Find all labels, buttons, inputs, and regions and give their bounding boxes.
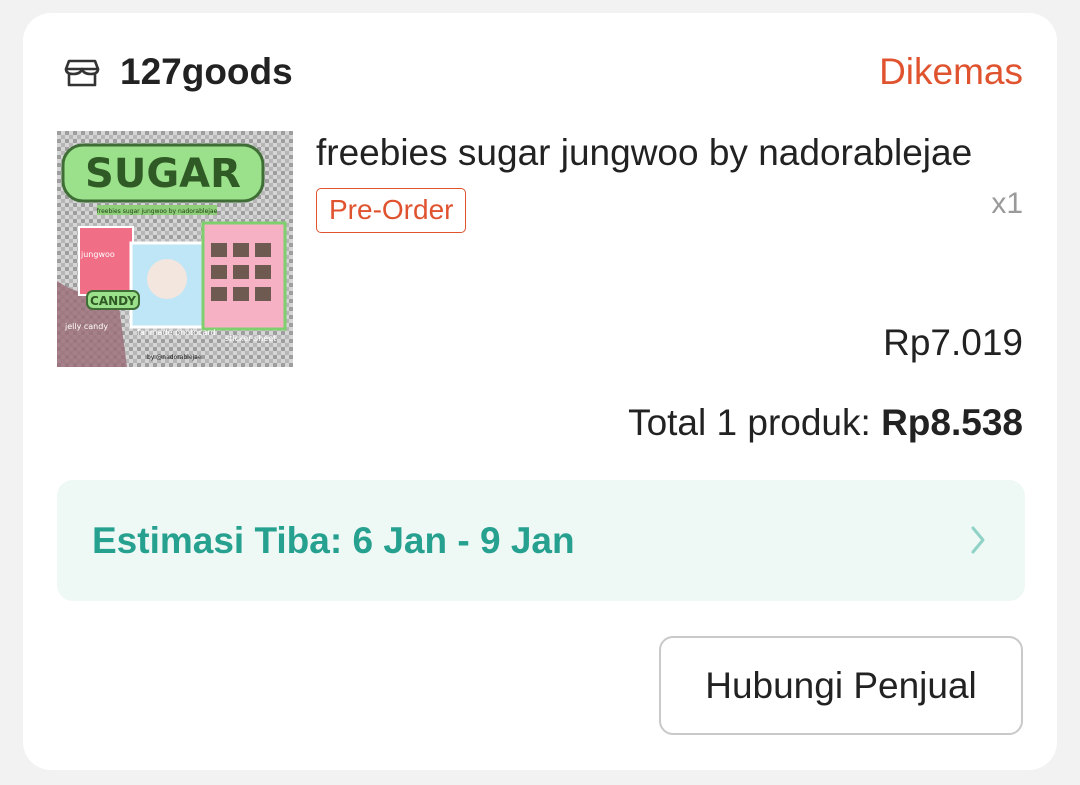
product-title[interactable]: freebies sugar jungwoo by nadorablejae bbox=[316, 130, 972, 176]
image-text-jelly-candy: jelly candy bbox=[64, 322, 108, 331]
product-quantity: x1 bbox=[991, 187, 1023, 220]
image-text-jungwoo: jungwoo bbox=[80, 250, 115, 259]
image-text-sugar: SUGAR bbox=[85, 151, 241, 197]
image-text-photocard: fanmade photocard bbox=[137, 328, 216, 337]
image-text-credit: by @nadorablejae bbox=[147, 354, 202, 361]
image-text-sticker-sheet: sticker sheet bbox=[225, 334, 276, 343]
order-card[interactable]: 127goods Dikemas SUGAR freebies sugar ju… bbox=[23, 13, 1057, 770]
order-status: Dikemas bbox=[879, 51, 1023, 92]
contact-seller-button[interactable]: Hubungi Penjual bbox=[659, 636, 1023, 735]
shop-name[interactable]: 127goods bbox=[120, 50, 293, 94]
total-label: Total 1 produk: bbox=[628, 402, 871, 443]
store-icon bbox=[64, 59, 100, 87]
delivery-estimate-row[interactable]: Estimasi Tiba: 6 Jan - 9 Jan bbox=[57, 480, 1025, 601]
total-value: Rp8.538 bbox=[881, 402, 1023, 443]
image-text-candy: CANDY bbox=[90, 294, 136, 308]
pre-order-badge: Pre-Order bbox=[316, 188, 467, 233]
order-total: Total 1 produk: Rp8.538 bbox=[628, 400, 1023, 446]
product-image[interactable]: SUGAR freebies sugar jungwoo by nadorabl… bbox=[57, 131, 293, 367]
product-price: Rp7.019 bbox=[883, 322, 1023, 363]
chevron-right-icon bbox=[971, 526, 985, 554]
image-text-subtitle: freebies sugar jungwoo by nadorablejae bbox=[97, 208, 218, 215]
delivery-estimate-text: Estimasi Tiba: 6 Jan - 9 Jan bbox=[92, 520, 575, 561]
